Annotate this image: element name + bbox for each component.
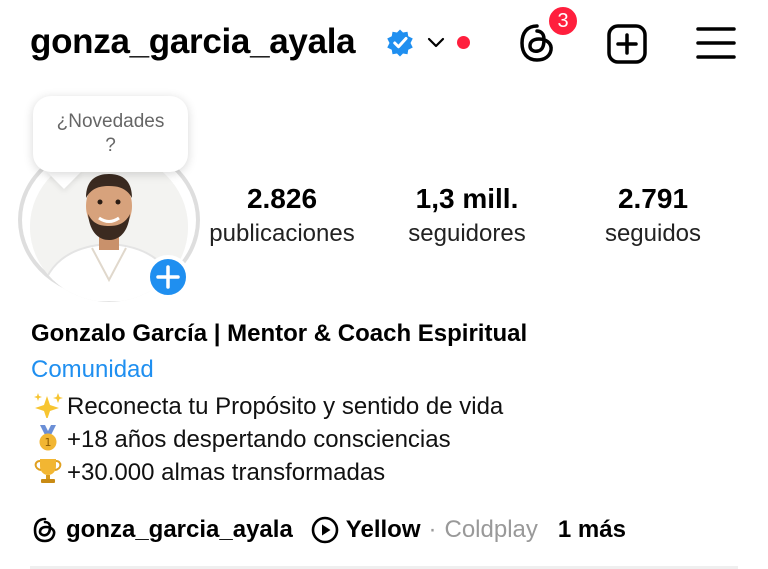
medal-icon: 1 (39, 425, 57, 451)
add-story-button[interactable] (146, 255, 190, 299)
notification-dot (457, 36, 470, 49)
profile-category[interactable]: Comunidad (31, 356, 154, 384)
more-links-button[interactable]: 1 más (558, 516, 626, 544)
bio-text-3: +30.000 almas transformadas (67, 459, 386, 486)
stat-followers[interactable]: 1,3 mill. seguidores (396, 183, 538, 249)
chevron-down-icon[interactable] (426, 32, 446, 52)
threads-icon (33, 517, 56, 543)
posts-label: publicaciones (209, 220, 355, 247)
profile-name: Gonzalo García | Mentor & Coach Espiritu… (31, 320, 528, 347)
threads-badge: 3 (547, 5, 579, 37)
bio-line-1: Reconecta tu Propósito y sentido de vida (31, 392, 503, 421)
bio-line-3: +30.000 almas transformadas (31, 458, 385, 487)
bubble-text-line1: ¿Novedades (56, 111, 165, 132)
stat-posts[interactable]: 2.826 publicaciones (200, 183, 364, 249)
following-count: 2.791 (617, 183, 689, 214)
following-label: seguidos (604, 220, 702, 247)
song-separator: · (428, 516, 437, 543)
svg-text:1: 1 (45, 436, 52, 449)
trophy-icon (34, 459, 62, 483)
bio-text-1: Reconecta tu Propósito y sentido de vida (67, 393, 504, 420)
stat-following[interactable]: 2.791 seguidos (592, 183, 714, 249)
bio-text-2: +18 años despertando consciencias (67, 426, 451, 453)
profile-links-row: gonza_garcia_ayala Yellow · Coldplay 1 m… (31, 513, 626, 547)
song-artist: Coldplay (444, 516, 538, 543)
followers-label: seguidores (408, 220, 526, 247)
sparkles-icon (34, 393, 63, 418)
username-title[interactable]: gonza_garcia_ayala (30, 22, 356, 62)
play-icon (311, 516, 339, 544)
bio-line-2: 1 +18 años despertando consciencias (31, 425, 451, 454)
profile-header: gonza_garcia_ayala 3 (0, 0, 768, 90)
plus-icon (156, 265, 180, 289)
posts-count: 2.826 (246, 183, 318, 214)
followers-count: 1,3 mill. (415, 183, 519, 214)
menu-icon[interactable] (696, 25, 736, 61)
add-post-icon[interactable] (606, 23, 648, 65)
notes-bubble[interactable]: ¿Novedades ? (33, 96, 188, 172)
song-title-link[interactable]: Yellow (346, 516, 421, 544)
bubble-text-line2: ? (105, 135, 116, 156)
threads-handle-link[interactable]: gonza_garcia_ayala (66, 516, 293, 544)
verified-icon (387, 29, 413, 57)
